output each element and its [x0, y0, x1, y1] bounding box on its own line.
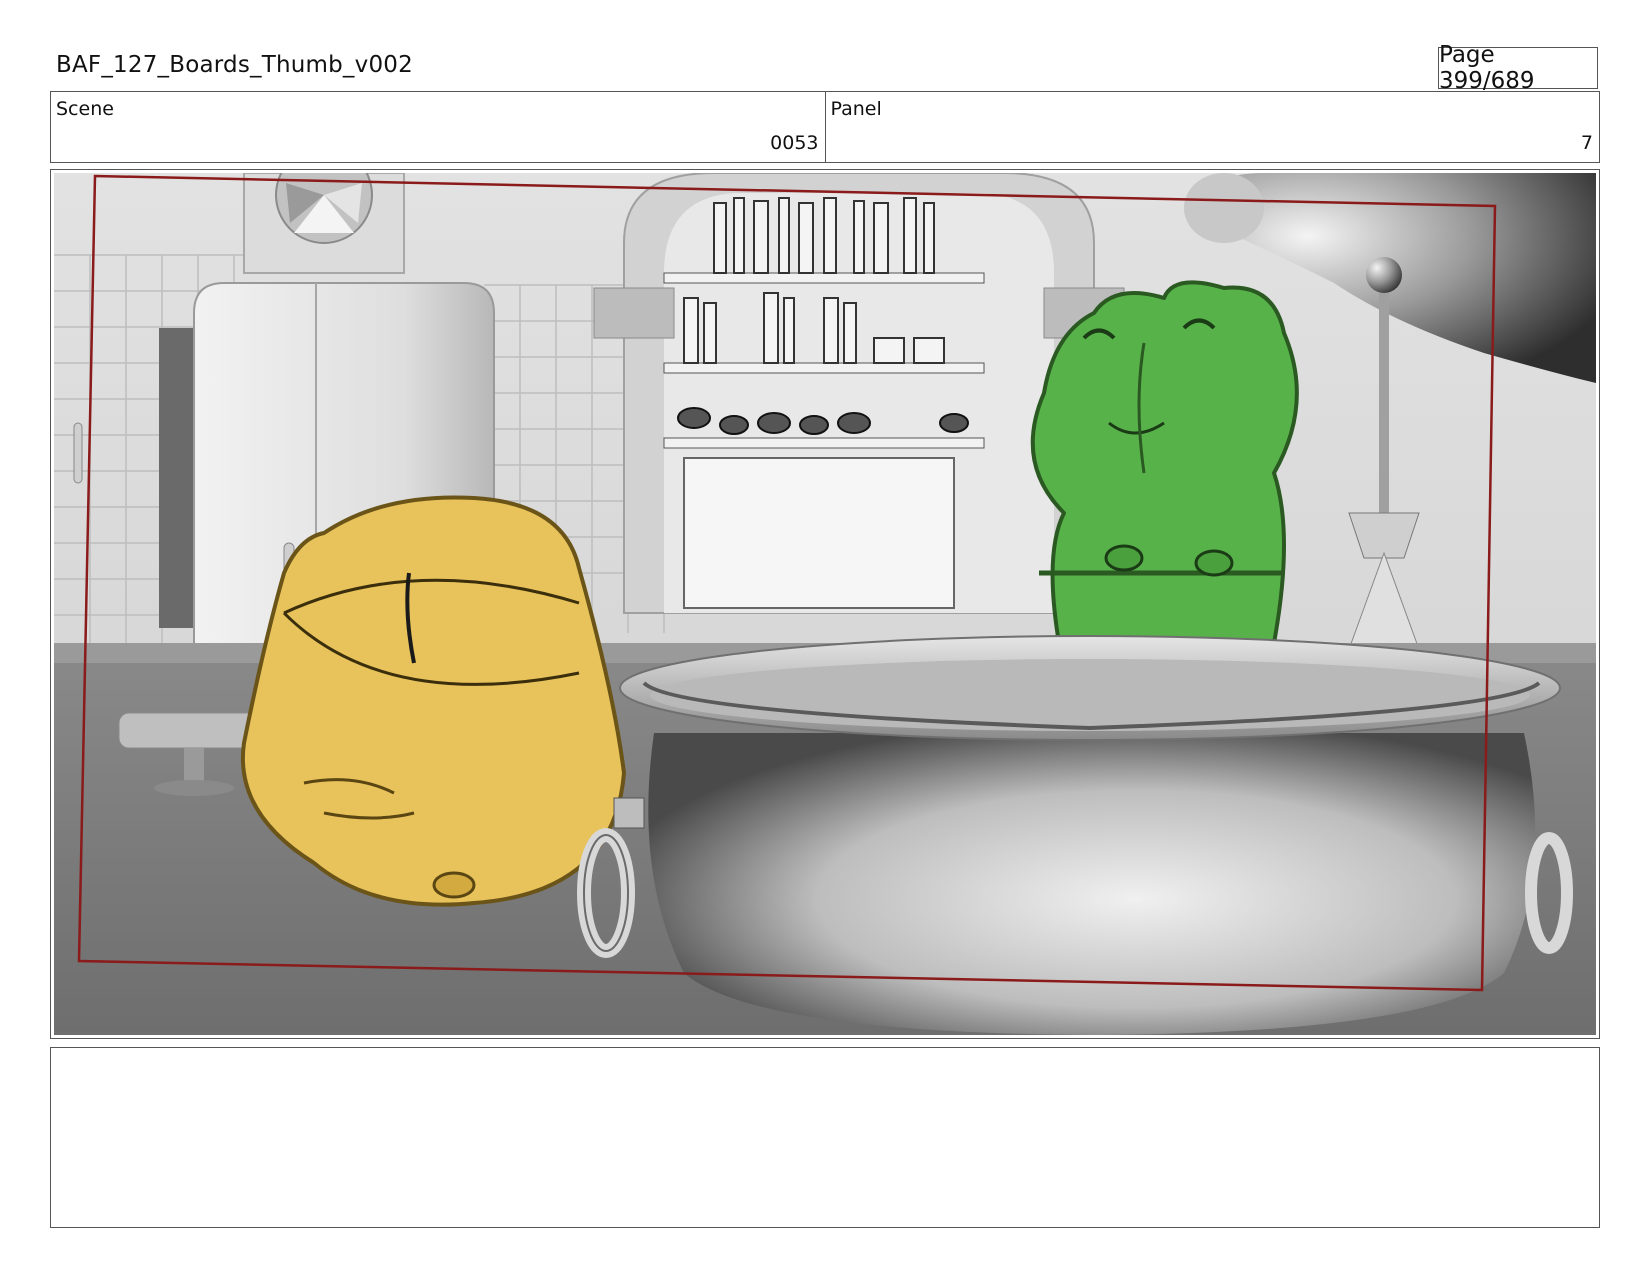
scene-cell: Scene 0053	[51, 92, 825, 162]
scene-number: 0053	[770, 132, 819, 154]
storyboard-panel-image	[54, 173, 1596, 1035]
page-number-box: Page 399/689	[1438, 42, 1598, 94]
scene-label: Scene	[56, 98, 114, 120]
panel-number: 7	[1580, 132, 1593, 154]
yellow-character	[240, 495, 626, 907]
wall-fan	[243, 173, 405, 274]
document-title: BAF_127_Boards_Thumb_v002	[56, 52, 413, 78]
panel-cell: Panel 7	[824, 92, 1600, 162]
storyboard-panel-frame	[50, 169, 1600, 1039]
panel-notes-box	[50, 1047, 1600, 1228]
scene-panel-info-row: Scene 0053 Panel 7	[50, 91, 1600, 163]
panel-label: Panel	[830, 98, 882, 120]
green-character	[1030, 280, 1299, 645]
page-number: Page 399/689	[1439, 42, 1535, 94]
